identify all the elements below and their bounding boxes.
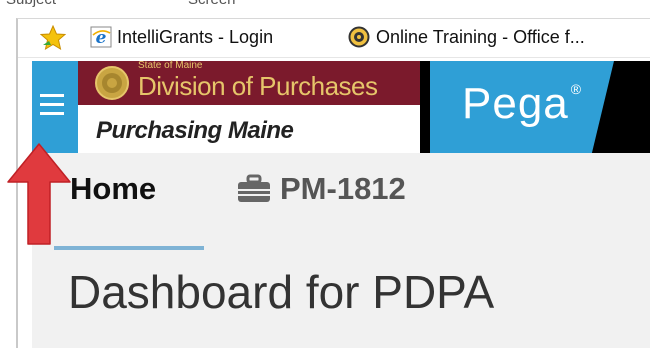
briefcase-icon (238, 174, 270, 202)
menu-line (40, 112, 64, 115)
column-header-screen: Screen (188, 0, 236, 8)
favorites-star-icon[interactable] (40, 25, 66, 51)
tab-case-pm-1812[interactable]: PM-1812 (236, 171, 406, 207)
favorite-intelligrants-label: IntelliGrants - Login (117, 26, 274, 47)
red-arrow-annotation (7, 143, 71, 245)
brand-tagline: Purchasing Maine (96, 117, 294, 144)
favorite-online-training-label: Online Training - Office f... (376, 26, 585, 47)
pega-logo: Pega ® (462, 79, 583, 128)
favorites-bar: e IntelliGrants - Login Online Training … (18, 19, 650, 58)
favorite-online-training[interactable]: Online Training - Office f... (348, 21, 585, 53)
column-header-subject: Subject (6, 0, 56, 8)
page-title: Dashboard for PDPA (68, 266, 495, 318)
menu-line (40, 94, 64, 97)
brand-state-text: State of Maine (138, 60, 203, 71)
tab-case-label: PM-1812 (280, 171, 406, 206)
favorite-intelligrants[interactable]: e IntelliGrants - Login (90, 21, 273, 53)
pega-logo-area: Pega ® (430, 61, 614, 153)
brand-logo[interactable]: State of Maine Division of Purchases Pur… (78, 60, 420, 153)
hamburger-menu-button[interactable] (32, 61, 78, 153)
browser-window: e IntelliGrants - Login Online Training … (16, 18, 650, 348)
state-seal-icon (95, 66, 129, 100)
menu-line (40, 103, 64, 106)
tab-home[interactable]: Home (70, 171, 156, 207)
dashboard-content: Home PM-1812 Dashboard for PDPA (32, 153, 650, 348)
column-header-strip: Subject Screen (0, 0, 650, 20)
app-header: State of Maine Division of Purchases Pur… (32, 60, 650, 153)
active-tab-indicator (54, 246, 204, 250)
gear-icon (348, 26, 370, 48)
brand-division-text: Division of Purchases (138, 71, 378, 101)
registered-mark: ® (570, 81, 583, 97)
brand-banner: State of Maine Division of Purchases (78, 60, 420, 105)
ie-icon: e (90, 26, 112, 48)
